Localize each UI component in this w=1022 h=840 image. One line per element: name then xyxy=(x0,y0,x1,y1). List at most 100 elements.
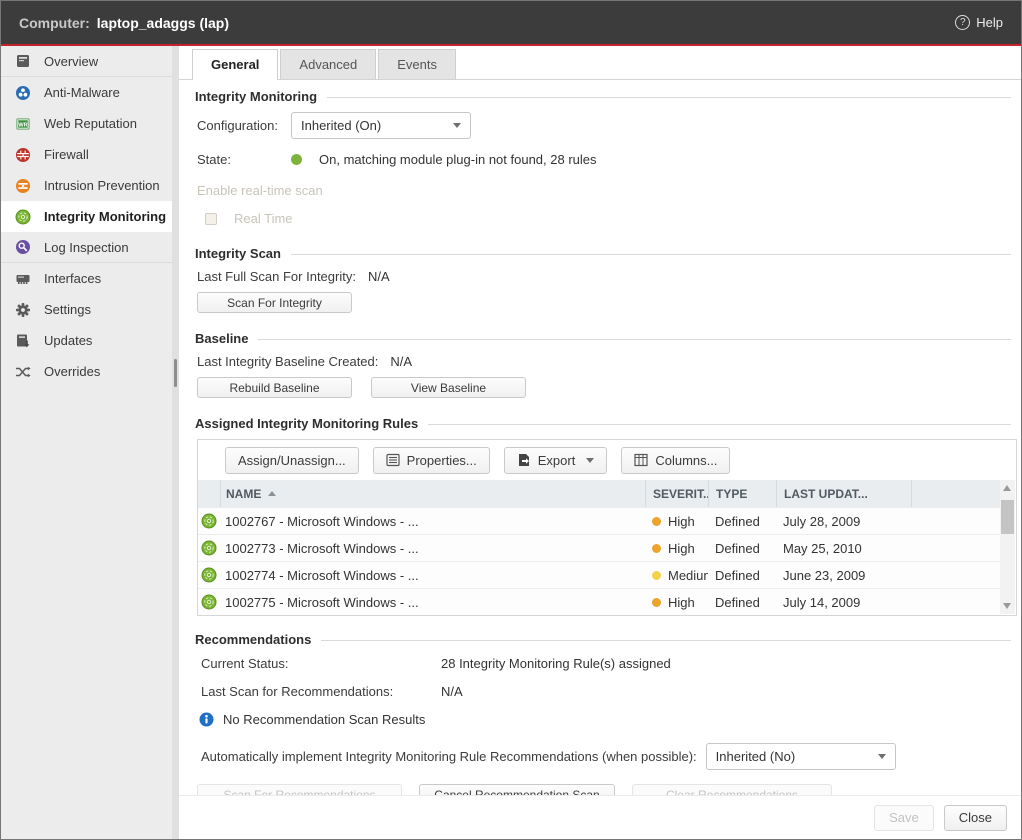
realtime-label: Real Time xyxy=(234,211,293,226)
rule-type: Defined xyxy=(708,589,776,615)
scrollbar-thumb[interactable] xyxy=(1001,500,1014,534)
sidebar-item-intrusion-prevention[interactable]: Intrusion Prevention xyxy=(1,170,179,201)
sidebar-item-settings[interactable]: Settings xyxy=(1,294,179,325)
help-label: Help xyxy=(976,15,1003,30)
current-status-label: Current Status: xyxy=(201,656,441,671)
export-label: Export xyxy=(538,453,576,468)
column-header-severity[interactable]: SEVERIT... xyxy=(645,480,708,507)
rule-type: Defined xyxy=(708,562,776,588)
sidebar-item-updates[interactable]: Updates xyxy=(1,325,179,356)
last-baseline-value: N/A xyxy=(390,354,412,369)
assign-unassign-button[interactable]: Assign/Unassign... xyxy=(225,447,359,474)
enable-realtime-label: Enable real-time scan xyxy=(195,183,1011,198)
cancel-recommendation-scan-button[interactable]: Cancel Recommendation Scan xyxy=(419,784,615,795)
heading-rule xyxy=(321,640,1011,641)
main-panel: General Advanced Events Integrity Monito… xyxy=(179,46,1021,839)
properties-label: Properties... xyxy=(407,453,477,468)
overview-icon xyxy=(14,53,31,70)
table-row[interactable]: 1002774 - Microsoft Windows - ... Medium… xyxy=(198,561,1001,588)
table-row[interactable]: 1002775 - Microsoft Windows - ... High D… xyxy=(198,588,1001,615)
heading-rule xyxy=(291,254,1011,255)
sidebar-item-label: Intrusion Prevention xyxy=(44,178,160,193)
recommendation-actions: Scan For Recommendations Cancel Recommen… xyxy=(195,784,1011,795)
column-header-name[interactable]: NAME xyxy=(220,480,645,507)
sidebar-item-overview[interactable]: Overview xyxy=(1,46,179,77)
state-value: On, matching module plug-in not found, 2… xyxy=(319,152,597,167)
column-label: NAME xyxy=(226,487,261,501)
sidebar: Overview Anti-Malware WR Web Reputation … xyxy=(1,46,179,839)
tab-general[interactable]: General xyxy=(192,49,278,80)
computer-details-window: Computer: laptop_adaggs (lap) ? Help Ove… xyxy=(0,0,1022,840)
severity-label: Medium xyxy=(668,568,708,583)
overrides-shuffle-icon xyxy=(14,363,31,380)
auto-implement-label: Automatically implement Integrity Monito… xyxy=(201,749,697,764)
help-button[interactable]: ? Help xyxy=(955,15,1003,30)
state-row: State: On, matching module plug-in not f… xyxy=(195,152,1011,167)
sidebar-item-overrides[interactable]: Overrides xyxy=(1,356,179,387)
rules-table-scrollbar[interactable] xyxy=(1000,480,1015,614)
heading-rule xyxy=(327,97,1011,98)
sidebar-item-label: Web Reputation xyxy=(44,116,137,131)
tab-events[interactable]: Events xyxy=(378,49,456,79)
sidebar-item-label: Overrides xyxy=(44,364,100,379)
sidebar-scrollbar[interactable] xyxy=(172,46,179,839)
table-row[interactable]: 1002767 - Microsoft Windows - ... High D… xyxy=(198,507,1001,534)
rule-name: 1002767 - Microsoft Windows - ... xyxy=(220,508,645,534)
last-scan-label: Last Full Scan For Integrity: xyxy=(197,269,356,284)
sidebar-item-log-inspection[interactable]: Log Inspection xyxy=(1,232,179,263)
web-reputation-icon: WR xyxy=(14,115,31,132)
scan-for-integrity-button[interactable]: Scan For Integrity xyxy=(197,292,352,313)
sidebar-item-label: Anti-Malware xyxy=(44,85,120,100)
tab-advanced[interactable]: Advanced xyxy=(280,49,376,79)
sidebar-item-label: Integrity Monitoring xyxy=(44,209,166,224)
sidebar-item-firewall[interactable]: Firewall xyxy=(1,139,179,170)
help-icon: ? xyxy=(955,15,970,30)
scan-for-recommendations-button[interactable]: Scan For Recommendations xyxy=(197,784,402,795)
sort-asc-icon xyxy=(268,491,276,496)
computer-name: laptop_adaggs (lap) xyxy=(97,15,229,31)
rule-last-updated: July 28, 2009 xyxy=(776,508,911,534)
section-title: Recommendations xyxy=(195,632,311,647)
severity-dot-icon xyxy=(652,598,661,607)
sidebar-scrollbar-thumb[interactable] xyxy=(174,359,177,387)
sidebar-item-anti-malware[interactable]: Anti-Malware xyxy=(1,77,179,108)
auto-implement-dropdown[interactable]: Inherited (No) xyxy=(706,743,896,770)
configuration-dropdown[interactable]: Inherited (On) xyxy=(291,112,471,139)
sidebar-item-interfaces[interactable]: Interfaces xyxy=(1,263,179,294)
scroll-up-icon[interactable] xyxy=(1003,485,1011,491)
assigned-rules-heading: Assigned Integrity Monitoring Rules xyxy=(195,416,1011,431)
save-button[interactable]: Save xyxy=(874,805,934,831)
close-button[interactable]: Close xyxy=(944,805,1007,831)
properties-button[interactable]: Properties... xyxy=(373,447,490,474)
severity-label: High xyxy=(668,514,695,529)
auto-implement-row: Automatically implement Integrity Monito… xyxy=(195,743,1011,770)
last-recommendation-scan-row: Last Scan for Recommendations: N/A xyxy=(195,684,1011,699)
chevron-down-icon xyxy=(453,123,461,128)
row-filler xyxy=(911,535,1001,561)
export-button[interactable]: Export xyxy=(504,447,608,474)
realtime-checkbox[interactable] xyxy=(205,213,217,225)
updates-icon xyxy=(14,332,31,349)
last-recommendation-scan-value: N/A xyxy=(441,684,463,699)
view-baseline-button[interactable]: View Baseline xyxy=(371,377,526,398)
section-title: Integrity Scan xyxy=(195,246,281,261)
last-scan-value: N/A xyxy=(368,269,390,284)
clear-recommendations-button[interactable]: Clear Recommendations xyxy=(632,784,832,795)
section-title: Assigned Integrity Monitoring Rules xyxy=(195,416,418,431)
rule-severity: Medium xyxy=(645,562,708,588)
columns-button[interactable]: Columns... xyxy=(621,447,730,474)
rules-table: NAME SEVERIT... TYPE LAST UPDAT... 10027… xyxy=(198,480,1001,615)
sidebar-item-integrity-monitoring[interactable]: Integrity Monitoring xyxy=(1,201,179,232)
configuration-label: Configuration: xyxy=(197,118,291,133)
rebuild-baseline-button[interactable]: Rebuild Baseline xyxy=(197,377,352,398)
no-results-row: No Recommendation Scan Results xyxy=(195,712,1011,727)
column-header-type[interactable]: TYPE xyxy=(708,480,776,507)
column-header-last-updated[interactable]: LAST UPDAT... xyxy=(776,480,911,507)
table-row[interactable]: 1002773 - Microsoft Windows - ... High D… xyxy=(198,534,1001,561)
sidebar-item-web-reputation[interactable]: WR Web Reputation xyxy=(1,108,179,139)
rule-last-updated: May 25, 2010 xyxy=(776,535,911,561)
rule-name: 1002775 - Microsoft Windows - ... xyxy=(220,589,645,615)
scroll-down-icon[interactable] xyxy=(1003,603,1011,609)
current-status-row: Current Status: 28 Integrity Monitoring … xyxy=(195,656,1011,671)
rule-icon xyxy=(201,540,217,556)
